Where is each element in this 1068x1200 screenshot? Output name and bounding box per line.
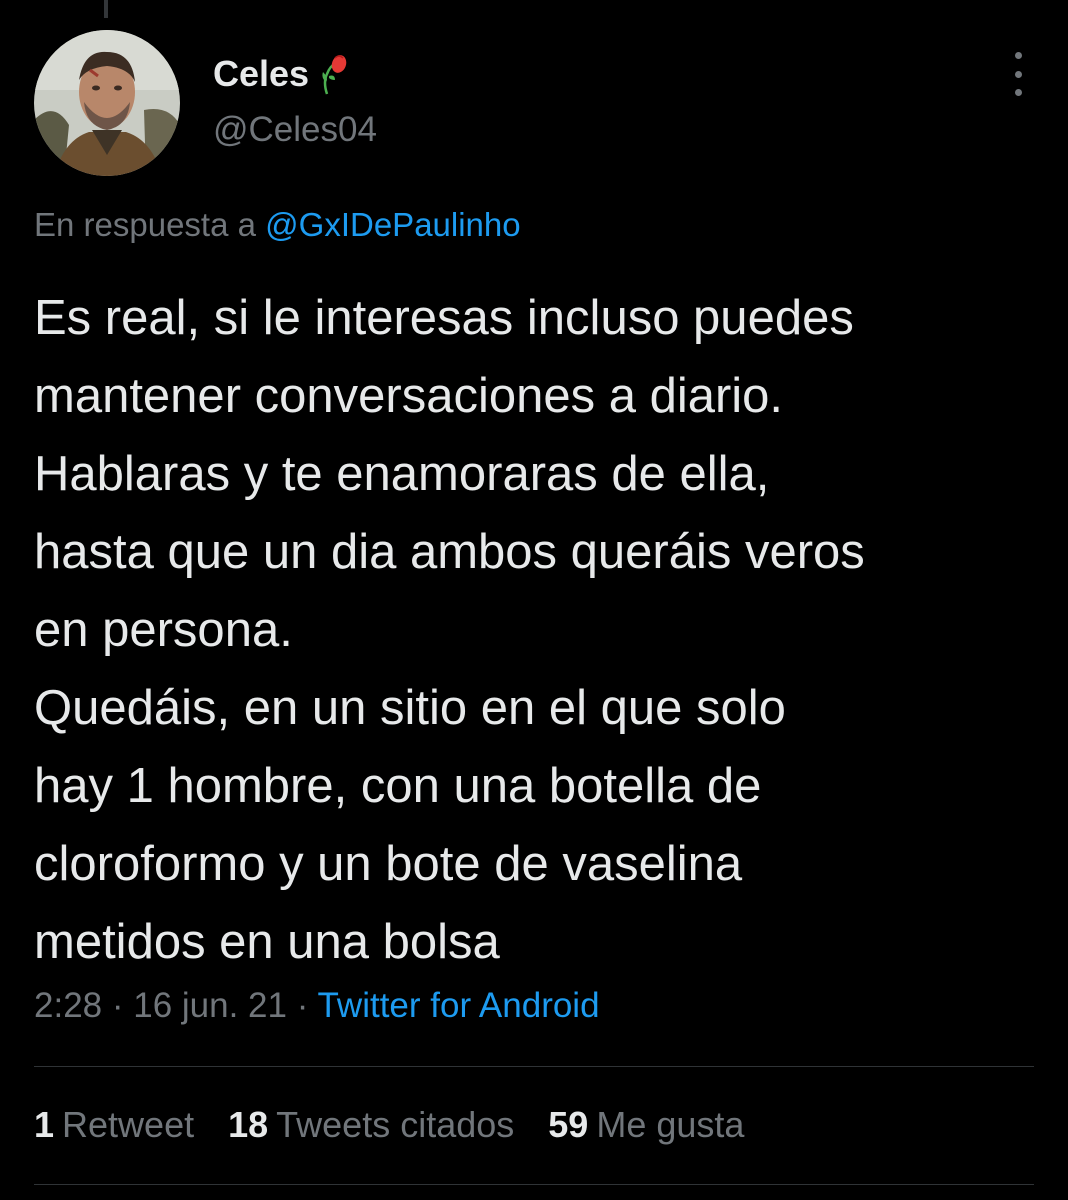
quotes-count: 18 <box>228 1104 269 1145</box>
tweet-text-line: hay 1 hombre, con una botella de <box>34 759 762 813</box>
likes-count: 59 <box>548 1104 589 1145</box>
dot-icon <box>1014 70 1022 78</box>
wilted-flower-icon <box>321 52 347 96</box>
retweets-count: 1 <box>34 1104 55 1145</box>
retweets-stat[interactable]: 1 Retweet <box>34 1104 194 1146</box>
tweet-text-line: Hablaras y te enamoraras de ella, <box>34 447 770 501</box>
retweets-label: Retweet <box>62 1104 195 1145</box>
tweet-text-line: Quedáis, en un sitio en el que solo <box>34 681 786 735</box>
tweet-date[interactable]: 16 jun. 21 <box>133 986 287 1025</box>
separator: · <box>296 986 309 1025</box>
likes-label: Me gusta <box>596 1104 745 1145</box>
tweet-text-line: mantener conversaciones a diario. <box>34 369 784 423</box>
quotes-label: Tweets citados <box>276 1104 515 1145</box>
tweet-text-line: metidos en una bolsa <box>34 915 500 969</box>
divider <box>34 1184 1034 1185</box>
tweet-text-line: Es real, si le interesas incluso puedes <box>34 291 854 345</box>
engagement-stats: 1 Retweet 18 Tweets citados 59 Me gusta <box>34 1104 778 1146</box>
reply-context: En respuesta a @GxIDePaulinho <box>34 206 521 244</box>
tweet-text-line: en persona. <box>34 603 293 657</box>
avatar[interactable] <box>34 30 180 176</box>
dot-icon <box>1014 52 1022 59</box>
reply-to-link[interactable]: @GxIDePaulinho <box>265 206 520 243</box>
tweet-text-line: cloroformo y un bote de vaselina <box>34 837 743 891</box>
dot-icon <box>1014 89 1022 96</box>
thread-connector-line <box>104 0 108 18</box>
tweet-metadata: 2:28 · 16 jun. 21 · Twitter for Android <box>34 986 600 1026</box>
likes-stat[interactable]: 59 Me gusta <box>548 1104 744 1146</box>
more-options-button[interactable] <box>1004 52 1032 96</box>
reply-prefix: En respuesta a <box>34 206 256 243</box>
display-name[interactable]: Celes <box>213 53 309 95</box>
tweet-time[interactable]: 2:28 <box>34 986 102 1025</box>
divider <box>34 1066 1034 1067</box>
tweet-text-line: hasta que un dia ambos queráis veros <box>34 525 865 579</box>
author-handle[interactable]: @Celes04 <box>213 110 377 150</box>
separator: · <box>111 986 124 1025</box>
tweet-text: Es real, si le interesas incluso puedes … <box>34 279 1044 981</box>
quote-tweets-stat[interactable]: 18 Tweets citados <box>228 1104 514 1146</box>
author-name-row[interactable]: Celes <box>213 50 347 98</box>
tweet-source-link[interactable]: Twitter for Android <box>317 986 599 1025</box>
